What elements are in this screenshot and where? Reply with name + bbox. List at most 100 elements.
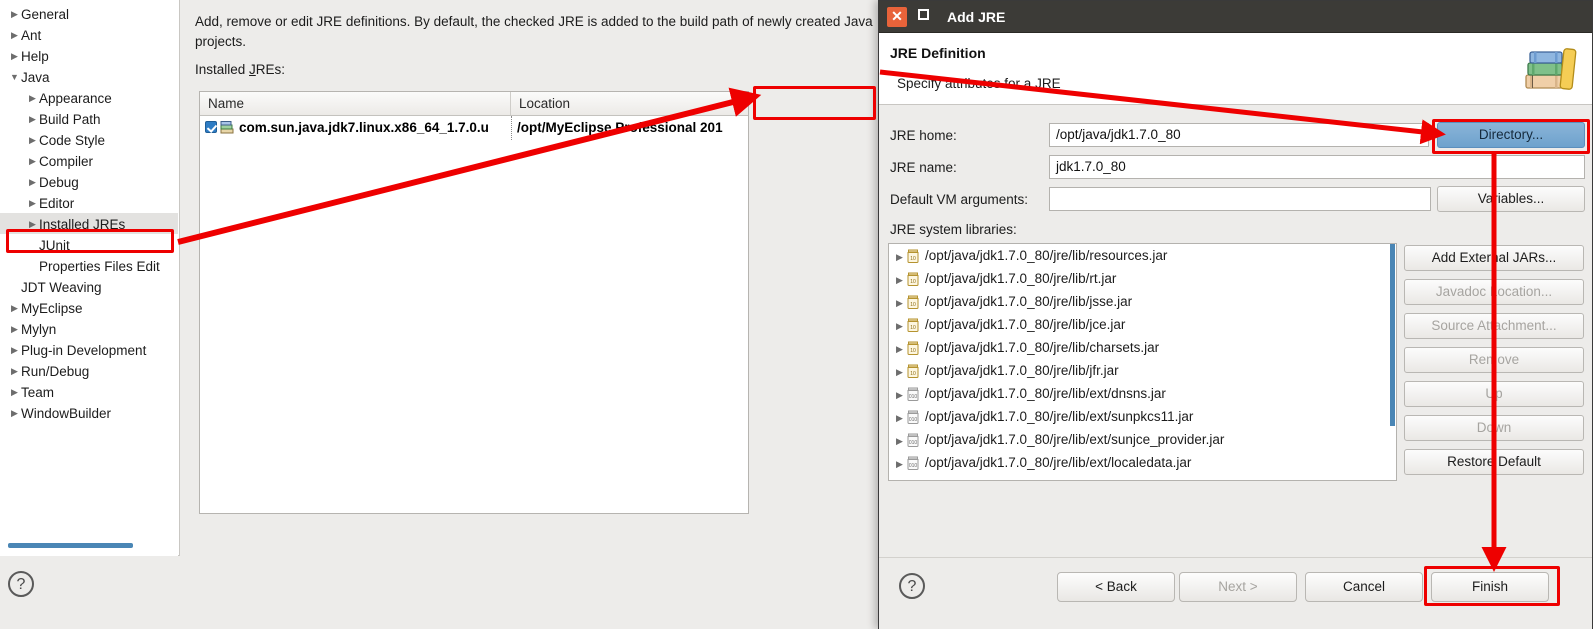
sidebar-item-ant[interactable]: ▶ Ant [0,24,178,45]
jre-system-libraries-list[interactable]: ▶ 10/opt/java/jdk1.7.0_80/jre/lib/resourc… [888,243,1397,481]
cancel-button[interactable]: Cancel [1305,572,1423,602]
sidebar-item-help[interactable]: ▶ Help [0,45,178,66]
sidebar-item-code-style[interactable]: ▶ Code Style [0,129,178,150]
jre-home-input[interactable]: /opt/java/jdk1.7.0_80 [1049,123,1429,147]
sidebar-item-debug[interactable]: ▶ Debug [0,171,178,192]
chevron-right-icon[interactable]: ▶ [8,46,21,67]
variables-button[interactable]: Variables... [1437,186,1585,212]
libraries-vertical-scrollbar[interactable] [1390,244,1395,426]
svg-text:010: 010 [909,417,918,423]
sidebar-item-compiler[interactable]: ▶ Compiler [0,150,178,171]
maximize-icon[interactable] [913,7,933,27]
sidebar-item-junit[interactable]: ▶JUnit [0,234,178,255]
chevron-right-icon[interactable]: ▶ [893,292,906,315]
list-item[interactable]: ▶ 10/opt/java/jdk1.7.0_80/jre/lib/jsse.ja… [889,290,1396,313]
chevron-right-icon[interactable]: ▶ [26,172,39,193]
chevron-right-icon[interactable]: ▶ [893,269,906,292]
sidebar-item-general[interactable]: ▶ General [0,3,178,24]
table-row[interactable]: com.sun.java.jdk7.linux.x86_64_1.7.0.u /… [200,116,748,140]
dialog-header: JRE Definition Specify attributes for a … [879,33,1592,105]
javadoc-location-button[interactable]: Javadoc Location... [1404,279,1584,305]
close-icon[interactable]: ✕ [887,7,907,27]
back-button[interactable]: < Back [1057,572,1175,602]
library-path: /opt/java/jdk1.7.0_80/jre/lib/jce.jar [925,317,1126,332]
add-external-jars-button[interactable]: Add External JARs... [1404,245,1584,271]
chevron-right-icon[interactable]: ▶ [893,246,906,269]
sidebar-item-run-debug[interactable]: ▶ Run/Debug [0,360,178,381]
chevron-right-icon[interactable]: ▶ [8,25,21,46]
sidebar-item-appearance[interactable]: ▶ Appearance [0,87,178,108]
svg-text:10: 10 [910,302,916,308]
chevron-right-icon[interactable]: ▶ [893,407,906,430]
list-item[interactable]: ▶ 10/opt/java/jdk1.7.0_80/jre/lib/resourc… [889,244,1396,267]
list-item[interactable]: ▶ 10/opt/java/jdk1.7.0_80/jre/lib/jce.jar [889,313,1396,336]
chevron-right-icon[interactable]: ▶ [893,430,906,453]
chevron-right-icon[interactable]: ▶ [26,130,39,151]
sidebar-item-label: Code Style [39,132,106,148]
sidebar-item-build-path[interactable]: ▶ Build Path [0,108,178,129]
jar-icon: 010 [906,454,920,470]
jre-name-input[interactable]: jdk1.7.0_80 [1049,155,1585,179]
chevron-right-icon[interactable]: ▶ [893,315,906,338]
source-attachment-button[interactable]: Source Attachment... [1404,313,1584,339]
jre-system-libraries-label: JRE system libraries: [890,222,1017,237]
chevron-right-icon[interactable]: ▶ [8,298,21,319]
list-item[interactable]: ▶ 10/opt/java/jdk1.7.0_80/jre/lib/charset… [889,336,1396,359]
sidebar-item-plug-in-development[interactable]: ▶ Plug-in Development [0,339,178,360]
list-item[interactable]: ▶ 010/opt/java/jdk1.7.0_80/jre/lib/ext/lo… [889,451,1396,474]
remove-library-button[interactable]: Remove [1404,347,1584,373]
vm-arguments-input[interactable] [1049,187,1431,211]
sidebar-item-installed-jres[interactable]: ▶ Installed JREs [0,213,178,234]
help-icon[interactable]: ? [8,571,38,601]
jar-icon: 10 [906,293,920,309]
sidebar-item-properties-files-edit[interactable]: ▶Properties Files Edit [0,255,178,276]
preferences-tree[interactable]: ▶ General ▶ Ant ▶ Help ▼ Java ▶ Appearance ▶ B… [0,0,178,556]
list-item[interactable]: ▶ 10/opt/java/jdk1.7.0_80/jre/lib/rt.jar [889,267,1396,290]
help-icon[interactable]: ? [899,573,929,603]
move-down-button[interactable]: Down [1404,415,1584,441]
chevron-right-icon[interactable]: ▶ [8,340,21,361]
directory-button[interactable]: Directory... [1437,122,1585,148]
row-checkbox[interactable] [205,121,217,133]
chevron-right-icon[interactable]: ▶ [26,151,39,172]
library-path: /opt/java/jdk1.7.0_80/jre/lib/ext/sunjce… [925,432,1225,447]
sidebar-item-team[interactable]: ▶ Team [0,381,178,402]
chevron-right-icon[interactable]: ▶ [8,361,21,382]
finish-button[interactable]: Finish [1431,572,1549,602]
tree-horizontal-scrollbar[interactable] [8,543,133,548]
chevron-right-icon[interactable]: ▶ [893,338,906,361]
move-up-button[interactable]: Up [1404,381,1584,407]
chevron-right-icon[interactable]: ▶ [26,193,39,214]
dialog-titlebar[interactable]: ✕ Add JRE [879,1,1592,33]
sidebar-item-jdt-weaving[interactable]: ▶JDT Weaving [0,276,178,297]
chevron-right-icon[interactable]: ▶ [26,88,39,109]
chevron-right-icon[interactable]: ▶ [893,453,906,476]
sidebar-item-myeclipse[interactable]: ▶ MyEclipse [0,297,178,318]
no-chevron-icon: ▶ [8,277,21,298]
chevron-right-icon[interactable]: ▶ [893,384,906,407]
chevron-right-icon[interactable]: ▶ [26,109,39,130]
chevron-down-icon[interactable]: ▼ [8,67,21,88]
list-item[interactable]: ▶ 010/opt/java/jdk1.7.0_80/jre/lib/ext/su… [889,405,1396,428]
installed-jres-table[interactable]: Name Location com.sun.java.jdk7.linux.x8… [199,91,749,514]
chevron-right-icon[interactable]: ▶ [8,319,21,340]
list-item[interactable]: ▶ 10/opt/java/jdk1.7.0_80/jre/lib/jfr.jar [889,359,1396,382]
sidebar-item-mylyn[interactable]: ▶ Mylyn [0,318,178,339]
list-item[interactable]: ▶ 010/opt/java/jdk1.7.0_80/jre/lib/ext/dn… [889,382,1396,405]
add-jre-dialog: ✕ Add JRE JRE Definition Specify attribu… [878,0,1593,629]
sidebar-item-java[interactable]: ▼ Java [0,66,178,87]
chevron-right-icon[interactable]: ▶ [8,382,21,403]
column-header-location[interactable]: Location [511,92,748,115]
restore-default-button[interactable]: Restore Default [1404,449,1584,475]
chevron-right-icon[interactable]: ▶ [893,361,906,384]
chevron-right-icon[interactable]: ▶ [26,214,39,235]
chevron-right-icon[interactable]: ▶ [8,403,21,424]
column-header-name[interactable]: Name [200,92,511,115]
next-button[interactable]: Next > [1179,572,1297,602]
list-item[interactable]: ▶ 010/opt/java/jdk1.7.0_80/jre/lib/ext/su… [889,428,1396,451]
sidebar-item-label: Properties Files Edit [39,258,160,274]
jar-icon: 010 [906,431,920,447]
sidebar-item-editor[interactable]: ▶ Editor [0,192,178,213]
chevron-right-icon[interactable]: ▶ [8,4,21,25]
sidebar-item-windowbuilder[interactable]: ▶ WindowBuilder [0,402,178,423]
